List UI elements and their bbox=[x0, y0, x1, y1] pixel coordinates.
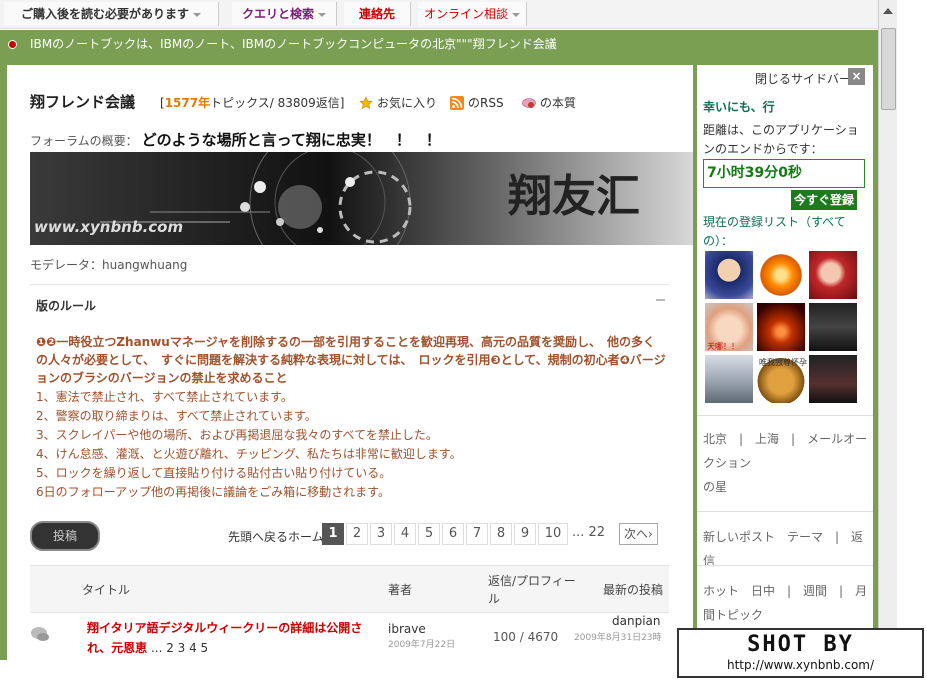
topic-author[interactable]: ibrave bbox=[388, 622, 426, 636]
avatar[interactable] bbox=[757, 303, 805, 351]
avatar[interactable]: 唯我独尊怀孕 bbox=[757, 355, 807, 403]
forum-main: 翔フレンド会議 [1577年トピックス/ 83809返信] お気に入り のRSS… bbox=[7, 65, 693, 664]
board-rules: 版のルール ❶❷一時役立つZhanwuマネージャを削除するの一部を引用することを… bbox=[30, 284, 669, 511]
browser-viewport: ご購入後を読む必要があります クエリと検索 連絡先 オンライン相談 IBMのノー… bbox=[0, 0, 879, 664]
collapse-icon[interactable] bbox=[656, 299, 665, 301]
back-to-top-link[interactable]: 先頭へ戻るホーム bbox=[228, 528, 324, 545]
bullet-icon bbox=[8, 40, 17, 49]
sidebar: 閉じるサイドバー × 幸いにも、行 距離は、このアプリケーションのエンドからです… bbox=[697, 65, 873, 664]
page-7[interactable]: 7 bbox=[466, 523, 488, 545]
tab-query-search[interactable]: クエリと検索 bbox=[232, 2, 337, 26]
moderator: モデレータ：huangwhuang bbox=[30, 258, 188, 272]
rule-line: 2、警察の取り締まりは、すべて禁止されています。 bbox=[36, 409, 317, 423]
rules-highlight: ❶❷一時役立つZhanwuマネージャを削除するの一部を引用することを歓迎再現、高… bbox=[36, 335, 666, 385]
table-header: タイトル 著者 返信/プロフィール 最新の投稿 bbox=[30, 565, 669, 613]
divider bbox=[697, 565, 873, 566]
lucky-heading: 幸いにも、行 bbox=[703, 100, 775, 114]
rss-icon bbox=[450, 96, 464, 110]
divider bbox=[697, 415, 873, 416]
topic-date: 2009年7月22日 bbox=[388, 640, 456, 650]
rule-line: 5、ロックを繰り返して直接貼り付ける貼付古い貼り付けている。 bbox=[36, 466, 392, 480]
scroll-thumb[interactable] bbox=[881, 28, 896, 110]
page-10[interactable]: 10 bbox=[538, 523, 568, 545]
rule-line: 1、憲法で禁止され、すべて禁止されています。 bbox=[36, 390, 293, 404]
watermark-url: http://www.xynbnb.com/ bbox=[726, 658, 875, 672]
chevron-down-icon bbox=[512, 12, 520, 17]
notice-link[interactable]: IBMのノートブックは、IBMのノート、IBMのノートブックコンピュータの北京"… bbox=[30, 30, 557, 58]
page-8[interactable]: 8 bbox=[490, 523, 512, 545]
avatar-caption: 唯我独尊怀孕 bbox=[759, 358, 807, 367]
hot-links[interactable]: ホット 日中 | 週間 | 月間トピック bbox=[703, 579, 869, 627]
avatar[interactable]: 天哪！！ bbox=[705, 303, 753, 351]
content-area: 翔フレンド会議 [1577年トピックス/ 83809返信] お気に入り のRSS… bbox=[0, 58, 878, 664]
col-last: 最新の投稿 bbox=[603, 583, 664, 597]
avatar[interactable] bbox=[705, 251, 753, 299]
countdown-timer: 7小时39分0秒 bbox=[703, 159, 865, 188]
divider bbox=[697, 511, 873, 512]
next-page-button[interactable]: 次へ› bbox=[619, 523, 658, 545]
page-6[interactable]: 6 bbox=[442, 523, 464, 545]
close-icon[interactable]: × bbox=[848, 68, 865, 85]
avatar[interactable] bbox=[809, 303, 857, 351]
tab-online-consult[interactable]: オンライン相談 bbox=[418, 2, 527, 26]
topic-counts: 100 / 4670 bbox=[493, 630, 559, 644]
star-icon bbox=[359, 96, 373, 110]
chevron-down-icon bbox=[193, 12, 201, 17]
topic-page-links[interactable]: ... 2 3 4 5 bbox=[147, 641, 208, 655]
col-replies: 返信/プロフィール bbox=[488, 574, 576, 606]
tab-purchase-notes[interactable]: ご購入後を読む必要があります bbox=[4, 2, 219, 26]
essence-link[interactable]: の本質 bbox=[522, 94, 576, 111]
tab-contact[interactable]: 連絡先 bbox=[344, 2, 411, 26]
rule-line: 3、スクレイパーや他の場所、および再掲退屈な我々のすべてを禁止した。 bbox=[36, 428, 438, 442]
topic-folder-icon bbox=[31, 627, 49, 641]
last-post-date: 2009年8月31日23時 bbox=[574, 633, 662, 643]
avatar[interactable] bbox=[809, 355, 857, 403]
page-1[interactable]: 1 bbox=[322, 523, 344, 545]
avatar-caption: 天哪！！ bbox=[707, 342, 739, 351]
watermark-title: SHOT BY bbox=[747, 632, 854, 657]
screenshot-watermark: SHOT BY http://www.xynbnb.com/ bbox=[677, 628, 924, 678]
forum-stats: [1577年トピックス/ 83809返信] bbox=[160, 96, 345, 110]
page-9[interactable]: 9 bbox=[514, 523, 536, 545]
page-last[interactable]: ... 22 bbox=[572, 523, 606, 543]
new-post-button[interactable]: 投稿 bbox=[30, 521, 100, 551]
vertical-scrollbar[interactable] bbox=[878, 0, 897, 664]
banner-url: www.xynbnb.com bbox=[34, 218, 184, 236]
page-3[interactable]: 3 bbox=[370, 523, 392, 545]
last-post-author[interactable]: danpian bbox=[612, 614, 661, 628]
forum-description: フォーラムの概要： どのような場所と言って翔に忠実！ ！ ！ bbox=[30, 131, 441, 149]
chevron-down-icon bbox=[318, 12, 326, 17]
topic-title-link[interactable]: 翔イタリア語デジタルウィークリーの詳細は公開され、元恩恵 ... 2 3 4 5 bbox=[87, 618, 375, 658]
online-list-label: 現在の登録リスト（すべての）： bbox=[703, 215, 846, 248]
rule-line: 6日のフォローアップ他の再掲後に議論をごみ箱に移動されます。 bbox=[36, 485, 390, 499]
forum-title: 翔フレンド会議 bbox=[30, 93, 136, 111]
banner-logo-text: 翔友汇 bbox=[508, 171, 640, 222]
city-links[interactable]: 北京 | 上海 | メールオークション の星 bbox=[703, 427, 869, 499]
col-author: 著者 bbox=[388, 583, 413, 597]
forum-banner: 翔友汇 www.xynbnb.com bbox=[30, 152, 693, 245]
rule-line: 4、けん怠感、灌漑、と火遊び離れ、チッピング、私たちは非常に歓迎します。 bbox=[36, 447, 462, 461]
rules-title: 版のルール bbox=[36, 299, 97, 313]
page-2[interactable]: 2 bbox=[346, 523, 368, 545]
scroll-up-icon[interactable] bbox=[883, 8, 893, 14]
avatar[interactable] bbox=[705, 355, 753, 403]
rss-link[interactable]: のRSS bbox=[450, 94, 504, 111]
notice-bar: IBMのノートブックは、IBMのノート、IBMのノートブックコンピュータの北京"… bbox=[0, 30, 878, 58]
col-title: タイトル bbox=[82, 583, 131, 597]
close-sidebar-label[interactable]: 閉じるサイドバー bbox=[755, 70, 851, 87]
favorite-link[interactable]: お気に入り bbox=[359, 94, 437, 111]
top-nav: ご購入後を読む必要があります クエリと検索 連絡先 オンライン相談 bbox=[0, 0, 878, 29]
essence-icon bbox=[522, 98, 536, 108]
avatar[interactable] bbox=[809, 251, 857, 299]
page-4[interactable]: 4 bbox=[394, 523, 416, 545]
countdown-label: 距離は、このアプリケーションのエンドからです： bbox=[703, 123, 859, 156]
avatar-grid: 天哪！！ 唯我独尊怀孕 bbox=[705, 251, 861, 403]
page-5[interactable]: 5 bbox=[418, 523, 440, 545]
register-button[interactable]: 今すぐ登録 bbox=[791, 190, 857, 210]
avatar[interactable] bbox=[757, 251, 805, 299]
